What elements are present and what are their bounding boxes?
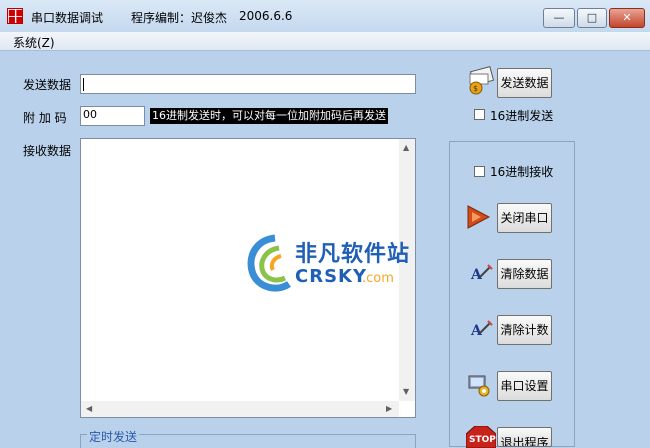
exit-button[interactable]: 退出程序 xyxy=(497,427,552,447)
menu-system[interactable]: 系统(Z) xyxy=(13,34,55,51)
timer-send-group: 定时发送 xyxy=(80,428,416,448)
hint-text: 16进制发送时，可以对每一位加附加码后再发送 xyxy=(150,108,388,124)
text-caret xyxy=(83,78,84,91)
close-port-button[interactable]: 关闭串口 xyxy=(497,203,552,233)
watermark-swirl-icon xyxy=(247,234,291,292)
play-arrow-icon[interactable] xyxy=(465,204,491,230)
send-data-icon[interactable]: $ xyxy=(466,66,496,96)
send-data-label: 发送数据 xyxy=(23,78,72,92)
scroll-up-icon[interactable]: ▲ xyxy=(403,143,409,153)
clear-count-button[interactable]: 清除计数 xyxy=(497,315,552,345)
watermark-line3: .com xyxy=(362,271,394,286)
checksum-label: 附 加 码 xyxy=(23,111,67,125)
maximize-button[interactable]: □ xyxy=(577,8,607,28)
settings-icon[interactable] xyxy=(466,372,492,398)
receive-data-label: 接收数据 xyxy=(23,144,72,158)
hex-send-label: 16进制发送 xyxy=(490,109,554,123)
svg-text:STOP: STOP xyxy=(469,435,496,445)
hex-receive-label: 16进制接收 xyxy=(490,165,554,179)
window-author: 程序编制：迟俊杰 xyxy=(131,11,228,25)
clear-icon[interactable]: A xyxy=(468,317,494,343)
checksum-input[interactable]: 00 xyxy=(80,106,145,126)
stop-sign-icon[interactable]: STOP xyxy=(466,426,496,448)
watermark-line2: CRSKY xyxy=(295,266,368,287)
menu-bar: 系统(Z) xyxy=(0,32,650,51)
watermark-logo: 非凡软件站 CRSKY .com xyxy=(245,232,409,294)
app-icon[interactable]: ■■ ■■ xyxy=(7,8,23,24)
scroll-left-icon[interactable]: ◀ xyxy=(86,404,92,414)
timer-send-legend: 定时发送 xyxy=(87,428,140,445)
minimize-button[interactable]: — xyxy=(543,8,575,28)
control-panel xyxy=(449,141,575,447)
window-date: 2006.6.6 xyxy=(239,9,293,23)
window-title: 串口数据调试 xyxy=(31,11,104,25)
scroll-down-icon[interactable]: ▼ xyxy=(403,387,409,397)
hex-send-checkbox[interactable] xyxy=(474,109,485,120)
clear-icon[interactable]: A xyxy=(468,261,494,287)
clear-data-button[interactable]: 清除数据 xyxy=(497,259,552,289)
send-data-input[interactable] xyxy=(80,74,416,94)
svg-text:$: $ xyxy=(473,84,478,93)
scroll-right-icon[interactable]: ▶ xyxy=(386,404,392,414)
close-button[interactable]: ✕ xyxy=(609,8,645,28)
title-bar: ■■ ■■ 串口数据调试 程序编制：迟俊杰 2006.6.6 — □ ✕ xyxy=(0,0,650,32)
port-settings-button[interactable]: 串口设置 xyxy=(497,371,552,401)
horizontal-scrollbar[interactable]: ◀ ▶ xyxy=(81,401,399,417)
watermark-line1: 非凡软件站 xyxy=(295,242,411,267)
hex-receive-checkbox[interactable] xyxy=(474,166,485,177)
send-data-button[interactable]: 发送数据 xyxy=(497,68,552,98)
